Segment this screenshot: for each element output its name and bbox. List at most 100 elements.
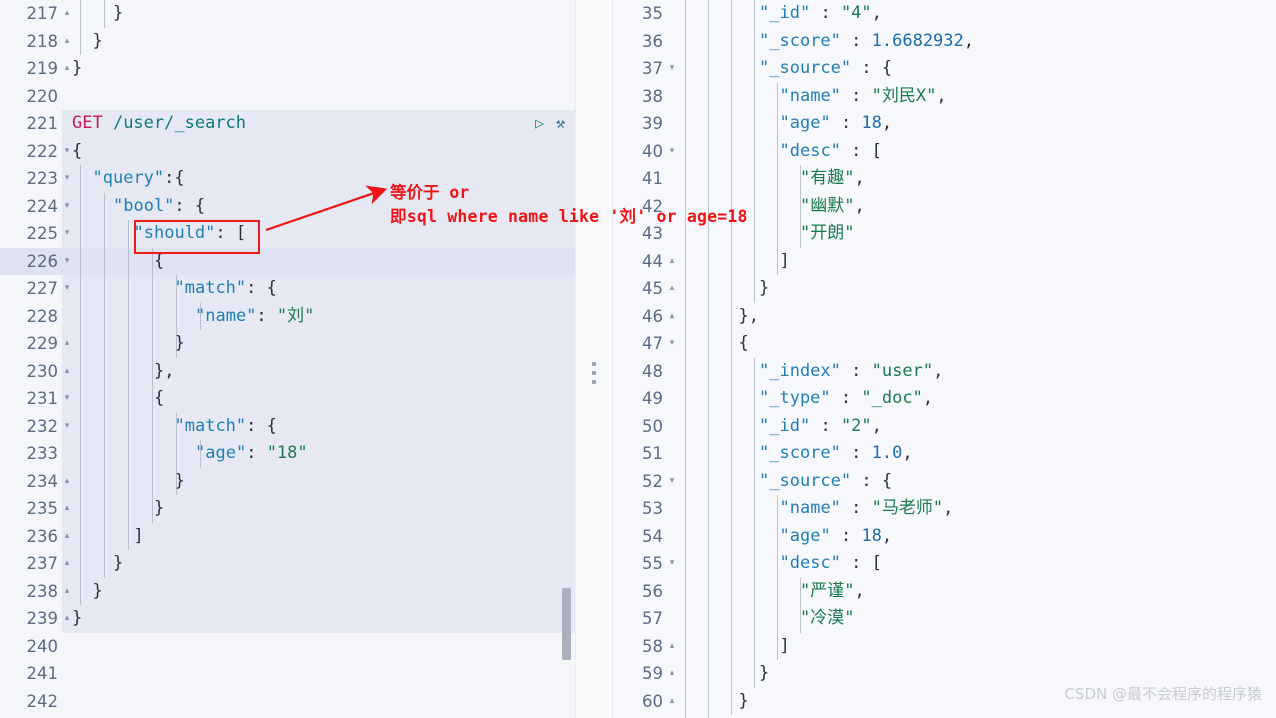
code-line[interactable]: 53 "name" : "马老师", bbox=[613, 495, 1276, 523]
indent-guide bbox=[708, 27, 709, 55]
indent-guide bbox=[80, 302, 81, 330]
indent-guide bbox=[176, 275, 177, 303]
code-line[interactable]: 49 "_type" : "_doc", bbox=[613, 385, 1276, 413]
code-line[interactable]: 232 "match": { bbox=[0, 412, 575, 440]
indent-guide bbox=[152, 385, 153, 413]
code-line[interactable]: 235 } bbox=[0, 495, 575, 523]
play-icon[interactable]: ▷ bbox=[535, 116, 544, 131]
line-content bbox=[62, 83, 575, 111]
indent-guide bbox=[176, 302, 177, 330]
code-line[interactable]: 37 "_source" : { bbox=[613, 55, 1276, 83]
indent-guide bbox=[754, 550, 755, 578]
line-content bbox=[62, 633, 575, 661]
line-content: "name": "刘" bbox=[62, 302, 575, 330]
code-line[interactable]: 52 "_source" : { bbox=[613, 467, 1276, 495]
code-line[interactable]: 239} bbox=[0, 605, 575, 633]
request-scrollbar-thumb[interactable] bbox=[562, 588, 571, 660]
request-code-lines[interactable]: 217 }218 }219}220221GET /user/_search▷⚒2… bbox=[0, 0, 575, 718]
pane-divider[interactable] bbox=[575, 0, 613, 718]
code-line[interactable]: 220 bbox=[0, 83, 575, 111]
indent-guide bbox=[152, 440, 153, 468]
code-line[interactable]: 47 { bbox=[613, 330, 1276, 358]
code-line[interactable]: 242 bbox=[0, 688, 575, 716]
line-content: "_score" : 1.0, bbox=[667, 440, 1276, 468]
code-line[interactable]: 241 bbox=[0, 660, 575, 688]
indent-guide bbox=[754, 632, 755, 660]
line-content: } bbox=[62, 27, 575, 55]
indent-guide bbox=[800, 192, 801, 220]
indent-guide bbox=[104, 522, 105, 550]
indent-guide bbox=[754, 27, 755, 55]
code-line[interactable]: 237 } bbox=[0, 550, 575, 578]
code-line[interactable]: 50 "_id" : "2", bbox=[613, 412, 1276, 440]
code-line[interactable]: 230 }, bbox=[0, 357, 575, 386]
line-content: { bbox=[62, 247, 575, 275]
code-line[interactable]: 46 }, bbox=[613, 302, 1276, 330]
line-content: } bbox=[72, 608, 83, 628]
indent-guide bbox=[731, 55, 732, 83]
indent-guide bbox=[152, 275, 153, 303]
code-line[interactable]: 228 "name": "刘" bbox=[0, 302, 575, 330]
line-content: } bbox=[667, 275, 1276, 303]
code-line[interactable]: 44 ] bbox=[613, 247, 1276, 275]
indent-guide bbox=[128, 440, 129, 468]
indent-guide bbox=[152, 330, 153, 358]
code-line[interactable]: 219} bbox=[0, 55, 575, 83]
code-line[interactable]: 229 } bbox=[0, 330, 575, 358]
code-line[interactable]: 40 "desc" : [ bbox=[613, 137, 1276, 165]
code-line[interactable]: 231 { bbox=[0, 385, 575, 413]
line-content bbox=[62, 688, 575, 716]
request-actions[interactable]: ▷ ⚒ bbox=[535, 110, 565, 138]
indent-guide bbox=[104, 440, 105, 468]
code-line[interactable]: 240 bbox=[0, 633, 575, 661]
code-line[interactable]: 36 "_score" : 1.6682932, bbox=[613, 27, 1276, 56]
response-code-lines[interactable]: 35 "_id" : "4", 36 "_score" : 1.6682932, 3… bbox=[613, 0, 1276, 718]
indent-guide bbox=[731, 495, 732, 523]
divider-drag-handle[interactable] bbox=[592, 362, 596, 384]
indent-guide bbox=[685, 302, 686, 330]
request-scrollbar[interactable] bbox=[562, 0, 571, 718]
code-line[interactable]: 38 "name" : "刘民X", bbox=[613, 82, 1276, 110]
indent-guide bbox=[777, 192, 778, 220]
line-number: 37 bbox=[613, 55, 667, 83]
line-content: "_source" : { bbox=[667, 467, 1276, 495]
indent-guide bbox=[754, 385, 755, 413]
code-line[interactable]: 45 } bbox=[613, 275, 1276, 303]
code-line[interactable]: 55 "desc" : [ bbox=[613, 550, 1276, 578]
code-line[interactable]: 227 "match": { bbox=[0, 275, 575, 303]
code-line[interactable]: 57 "冷漠" bbox=[613, 605, 1276, 633]
indent-guide bbox=[152, 412, 153, 440]
code-line[interactable]: 238 } bbox=[0, 577, 575, 605]
indent-guide bbox=[685, 27, 686, 55]
line-number: 230 bbox=[0, 358, 62, 386]
indent-guide bbox=[777, 550, 778, 578]
code-line[interactable]: 218 } bbox=[0, 27, 575, 55]
line-number: 220 bbox=[0, 83, 62, 111]
indent-guide bbox=[104, 192, 105, 220]
indent-guide bbox=[685, 605, 686, 633]
code-line[interactable]: 234 } bbox=[0, 467, 575, 495]
code-line[interactable]: 48 "_index" : "user", bbox=[613, 357, 1276, 385]
code-line[interactable]: 217 } bbox=[0, 0, 575, 28]
indent-guide bbox=[708, 137, 709, 165]
code-line[interactable]: 51 "_score" : 1.0, bbox=[613, 440, 1276, 468]
response-viewer-pane[interactable]: 35 "_id" : "4", 36 "_score" : 1.6682932, 3… bbox=[613, 0, 1276, 718]
code-line[interactable]: 58 ] bbox=[613, 632, 1276, 660]
request-editor-pane[interactable]: 217 }218 }219}220221GET /user/_search▷⚒2… bbox=[0, 0, 575, 718]
line-number: 36 bbox=[613, 28, 667, 56]
code-line[interactable]: 56 "严谨", bbox=[613, 577, 1276, 605]
code-line[interactable]: 221 GET /user/_search ▷ ⚒ bbox=[0, 110, 575, 138]
indent-guide bbox=[708, 247, 709, 275]
code-line[interactable]: 222 { bbox=[0, 137, 575, 165]
indent-guide bbox=[708, 385, 709, 413]
code-line[interactable]: 236 ] bbox=[0, 522, 575, 550]
code-line[interactable]: 226 { bbox=[0, 247, 575, 275]
code-line[interactable]: 35 "_id" : "4", bbox=[613, 0, 1276, 28]
indent-guide bbox=[128, 330, 129, 358]
code-line[interactable]: 54 "age" : 18, bbox=[613, 522, 1276, 550]
indent-guide bbox=[80, 27, 81, 55]
indent-guide bbox=[754, 412, 755, 440]
code-line[interactable]: 233 "age": "18" bbox=[0, 440, 575, 468]
line-number: 221 bbox=[0, 110, 62, 138]
code-line[interactable]: 39 "age" : 18, bbox=[613, 110, 1276, 138]
